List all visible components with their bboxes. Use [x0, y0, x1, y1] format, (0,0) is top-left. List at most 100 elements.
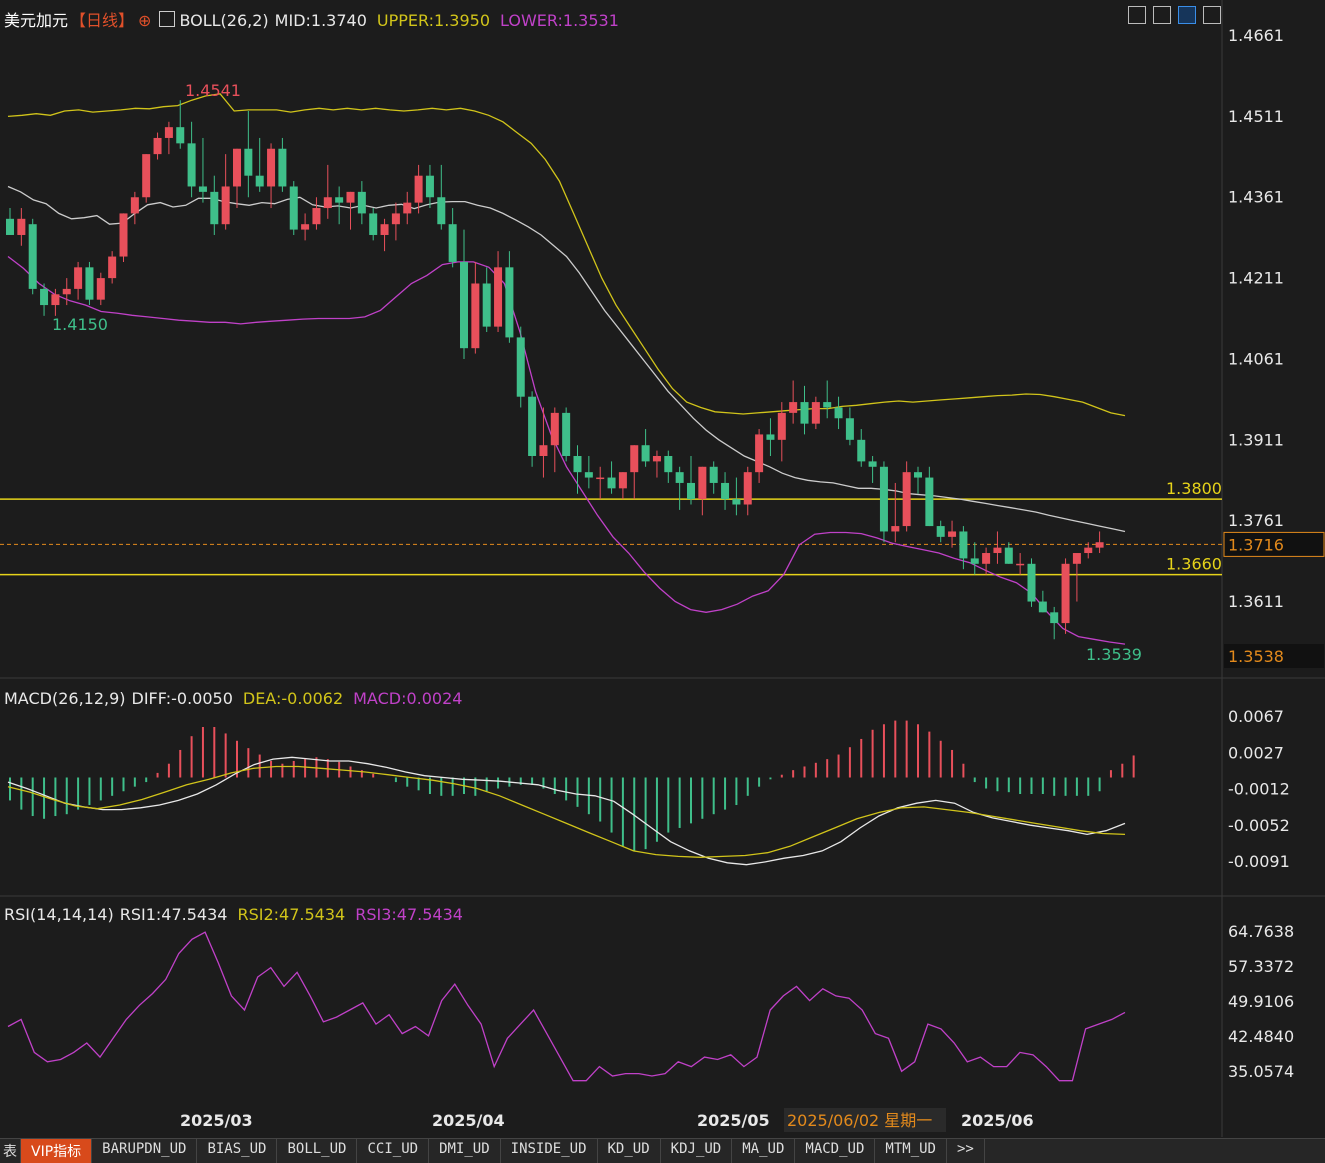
boll-mid-line: [7, 185, 1126, 533]
candle-body: [675, 472, 684, 483]
candle-body: [698, 466, 707, 500]
candle-body: [17, 218, 26, 235]
tab-inside[interactable]: INSIDE_UD: [501, 1139, 598, 1163]
candle-body: [505, 267, 514, 338]
candle-body: [550, 412, 559, 446]
price-tick-label: 1.3611: [1228, 592, 1284, 611]
candle-body: [982, 553, 991, 564]
rsi3-value: RSI3:47.5434: [355, 905, 463, 924]
candle-body: [108, 256, 117, 279]
forward-icon[interactable]: [1203, 6, 1221, 24]
rsi2-value: RSI2:47.5434: [237, 905, 346, 924]
candle-body: [687, 482, 695, 500]
candle-body: [732, 499, 741, 505]
candle-body: [743, 472, 752, 505]
candle-body: [357, 191, 366, 214]
candle-body: [721, 482, 730, 500]
tab-barupdn[interactable]: BARUPDN_UD: [92, 1139, 198, 1163]
add-indicator-icon[interactable]: ⊕: [138, 11, 151, 30]
candle-body: [312, 208, 321, 225]
line-label-1380: 1.3800: [1166, 479, 1222, 498]
candle-body: [789, 402, 798, 413]
candle-body: [448, 224, 457, 262]
candle-body: [879, 466, 888, 532]
tab-cci[interactable]: CCI_UD: [357, 1139, 430, 1163]
macd-label: MACD(26,12,9): [4, 689, 126, 708]
tab-vip-indicators[interactable]: VIP指标: [21, 1139, 93, 1163]
candle-body: [85, 267, 94, 300]
tab-bias[interactable]: BIAS_UD: [197, 1139, 278, 1163]
tab-kd[interactable]: KD_UD: [598, 1139, 661, 1163]
tab-boll[interactable]: BOLL_UD: [277, 1139, 358, 1163]
macd-tick-label: 0.0067: [1228, 707, 1284, 726]
candle-body: [198, 186, 207, 192]
boll-icon[interactable]: [159, 11, 176, 27]
candle-body: [278, 148, 287, 187]
candle-body: [62, 288, 71, 295]
candle-body: [176, 127, 185, 144]
tab-mtm[interactable]: MTM_UD: [875, 1139, 947, 1163]
tab-ma[interactable]: MA_UD: [732, 1139, 796, 1163]
candle-body: [811, 402, 820, 424]
candle-body: [130, 197, 139, 214]
rsi-label: RSI(14,14,14): [4, 905, 114, 924]
rsi-tick-label: 42.4840: [1228, 1027, 1294, 1046]
candle-body: [221, 186, 230, 225]
boll-upper-line: [7, 93, 1126, 417]
macd-tick-label: 0.0027: [1228, 744, 1284, 763]
candle-body: [40, 288, 49, 306]
candle-body: [471, 283, 480, 349]
candle-body: [119, 213, 128, 257]
candle-body: [970, 558, 979, 564]
candle-body: [233, 148, 241, 187]
rsi1-value: RSI1:47.5434: [119, 905, 228, 924]
tab-kdj[interactable]: KDJ_UD: [661, 1139, 733, 1163]
rsi-header: RSI(14,14,14) RSI1:47.5434 RSI2:47.5434 RSI…: [4, 905, 473, 924]
candle-body: [528, 396, 537, 456]
price-tick-label: 1.4511: [1228, 107, 1284, 126]
candle-body: [346, 191, 355, 203]
candle-body: [437, 197, 446, 225]
candle-body: [516, 337, 525, 397]
candle-body: [403, 202, 412, 214]
candle-body: [267, 148, 276, 187]
candle-body: [255, 175, 264, 187]
candle-body: [834, 407, 843, 419]
period-label[interactable]: 【日线】: [70, 11, 134, 30]
candle-body: [562, 412, 571, 456]
candle-body: [210, 191, 219, 225]
candle-body: [494, 267, 503, 327]
macd-dea: DEA:-0.0062: [242, 689, 344, 708]
candle-body: [539, 445, 548, 456]
candle-body: [187, 143, 196, 187]
candle-body: [630, 445, 639, 473]
candle-body: [777, 412, 786, 440]
candle-body: [936, 526, 945, 537]
line-label-1366: 1.3660: [1166, 555, 1222, 574]
macd-value: MACD:0.0024: [353, 689, 463, 708]
candle-body: [1095, 542, 1104, 548]
tab-more[interactable]: >>: [947, 1139, 985, 1163]
candle-body: [902, 472, 911, 527]
chart-canvas[interactable]: 1.4661 1.4511 1.4361 1.4211 1.4061 1.3911 1.37…: [0, 0, 1325, 1162]
price-tick-label: 1.4211: [1228, 269, 1284, 288]
candle-body: [652, 455, 661, 462]
crosshair-icon[interactable]: [1128, 6, 1146, 24]
candle-body: [28, 224, 37, 289]
candle-body: [596, 477, 605, 480]
macd-tick-label: -0.0012: [1228, 780, 1290, 799]
tab-dmi[interactable]: DMI_UD: [429, 1139, 501, 1163]
price-tick-label: 1.4661: [1228, 26, 1284, 45]
tab-macd[interactable]: MACD_UD: [795, 1139, 876, 1163]
candle-body: [925, 477, 934, 527]
low-label-right: 1.3539: [1086, 645, 1142, 664]
candle-body: [948, 531, 957, 537]
play-icon[interactable]: [1178, 6, 1196, 24]
price-tick-label: 1.3911: [1228, 430, 1284, 449]
candle-body: [845, 418, 854, 440]
tab-scroll-left[interactable]: 表: [0, 1139, 21, 1163]
candle-body: [74, 267, 83, 289]
candle-body: [993, 547, 1002, 554]
boll-upper: UPPER:1.3950: [376, 11, 491, 30]
layout-icon[interactable]: [1153, 6, 1171, 24]
